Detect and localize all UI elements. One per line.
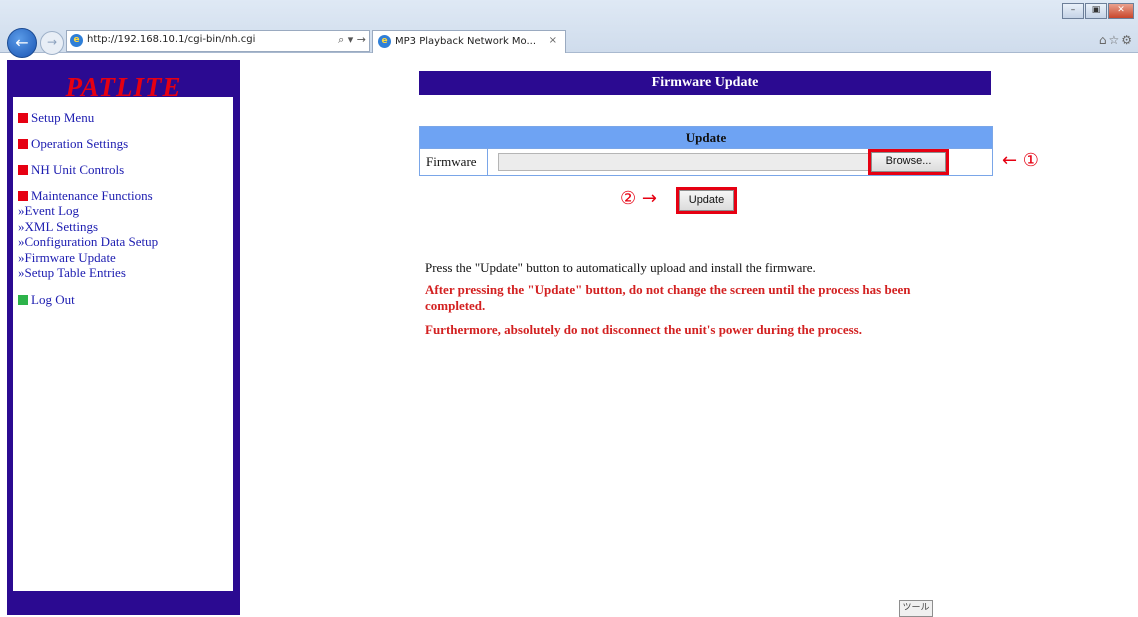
update-button[interactable]: Update [676, 187, 737, 214]
instruction-text: Press the "Update" button to automatical… [425, 260, 816, 275]
sidebar-item-maintenance-functions[interactable]: Maintenance Functions [18, 189, 158, 203]
submenu-event-log[interactable]: »Event Log [18, 203, 158, 219]
firmware-row: Firmware Browse... [420, 149, 992, 175]
update-table: Update Firmware Browse... [419, 126, 993, 176]
sidebar-item-label: NH Unit Controls [31, 162, 125, 177]
red-square-icon [18, 191, 28, 201]
tab-close-icon[interactable]: × [549, 35, 557, 46]
sidebar-item-label: Setup Menu [31, 110, 95, 125]
sidebar-menu-panel: Setup Menu Operation Settings NH Unit Co… [12, 96, 234, 592]
sidebar: PATLITE Setup Menu Operation Settings NH… [7, 60, 240, 615]
submenu-setup-table-entries[interactable]: »Setup Table Entries [18, 265, 158, 281]
update-table-header: Update [420, 127, 992, 149]
sidebar-item-operation-settings[interactable]: Operation Settings [18, 137, 158, 151]
annotation-2: ② → [620, 188, 657, 209]
warning-text-2: Furthermore, absolutely do not disconnec… [425, 322, 862, 337]
home-favorites-settings-icons[interactable]: ⌂☆⚙ [1099, 33, 1134, 47]
green-square-icon [18, 294, 28, 305]
browser-chrome: – ▣ ✕ ← → e http://192.168.10.1/cgi-bin/… [0, 0, 1138, 58]
submenu-configuration-data-setup[interactable]: »Configuration Data Setup [18, 234, 158, 250]
ie-page-icon: e [70, 34, 83, 47]
address-url[interactable]: http://192.168.10.1/cgi-bin/nh.cgi [87, 34, 255, 45]
forward-button[interactable]: → [40, 31, 64, 55]
submenu-xml-settings[interactable]: »XML Settings [18, 219, 158, 235]
sidebar-item-label: Log Out [31, 291, 75, 307]
tab-title: MP3 Playback Network Mo... [395, 36, 537, 47]
warning-text-1: After pressing the "Update" button, do n… [425, 282, 911, 313]
close-window-button[interactable]: ✕ [1108, 3, 1134, 19]
annotation-1: ← ① [1002, 150, 1039, 171]
minimize-button[interactable]: – [1062, 3, 1084, 19]
back-arrow-icon: ← [15, 33, 29, 52]
search-dropdown-refresh-icons[interactable]: ⌕ ▾ → [338, 33, 366, 47]
firmware-file-input[interactable] [498, 153, 872, 171]
red-square-icon [18, 165, 28, 175]
address-bar[interactable]: e http://192.168.10.1/cgi-bin/nh.cgi ⌕ ▾… [66, 30, 370, 52]
browse-button[interactable]: Browse... [868, 149, 949, 175]
restore-button[interactable]: ▣ [1085, 3, 1107, 19]
tools-button[interactable]: ツール [899, 600, 933, 617]
red-square-icon [18, 113, 28, 123]
browser-tab[interactable]: e MP3 Playback Network Mo... × [372, 30, 566, 53]
submenu-firmware-update[interactable]: »Firmware Update [18, 250, 158, 266]
page-title: Firmware Update [419, 71, 991, 95]
sidebar-item-nh-unit-controls[interactable]: NH Unit Controls [18, 163, 158, 177]
sidebar-menu: Setup Menu Operation Settings NH Unit Co… [18, 111, 158, 319]
window-controls: – ▣ ✕ [1061, 3, 1134, 19]
maintenance-submenu: »Event Log »XML Settings »Configuration … [18, 203, 158, 281]
forward-arrow-icon: → [46, 35, 58, 49]
back-button[interactable]: ← [7, 28, 37, 58]
sidebar-item-setup-menu[interactable]: Setup Menu [18, 111, 158, 125]
ie-tab-icon: e [378, 35, 391, 48]
sidebar-item-label: Maintenance Functions [31, 188, 153, 203]
sidebar-item-label: Operation Settings [31, 136, 129, 151]
sidebar-item-log-out[interactable]: Log Out [18, 291, 158, 307]
firmware-label: Firmware [420, 149, 488, 175]
red-square-icon [18, 139, 28, 149]
